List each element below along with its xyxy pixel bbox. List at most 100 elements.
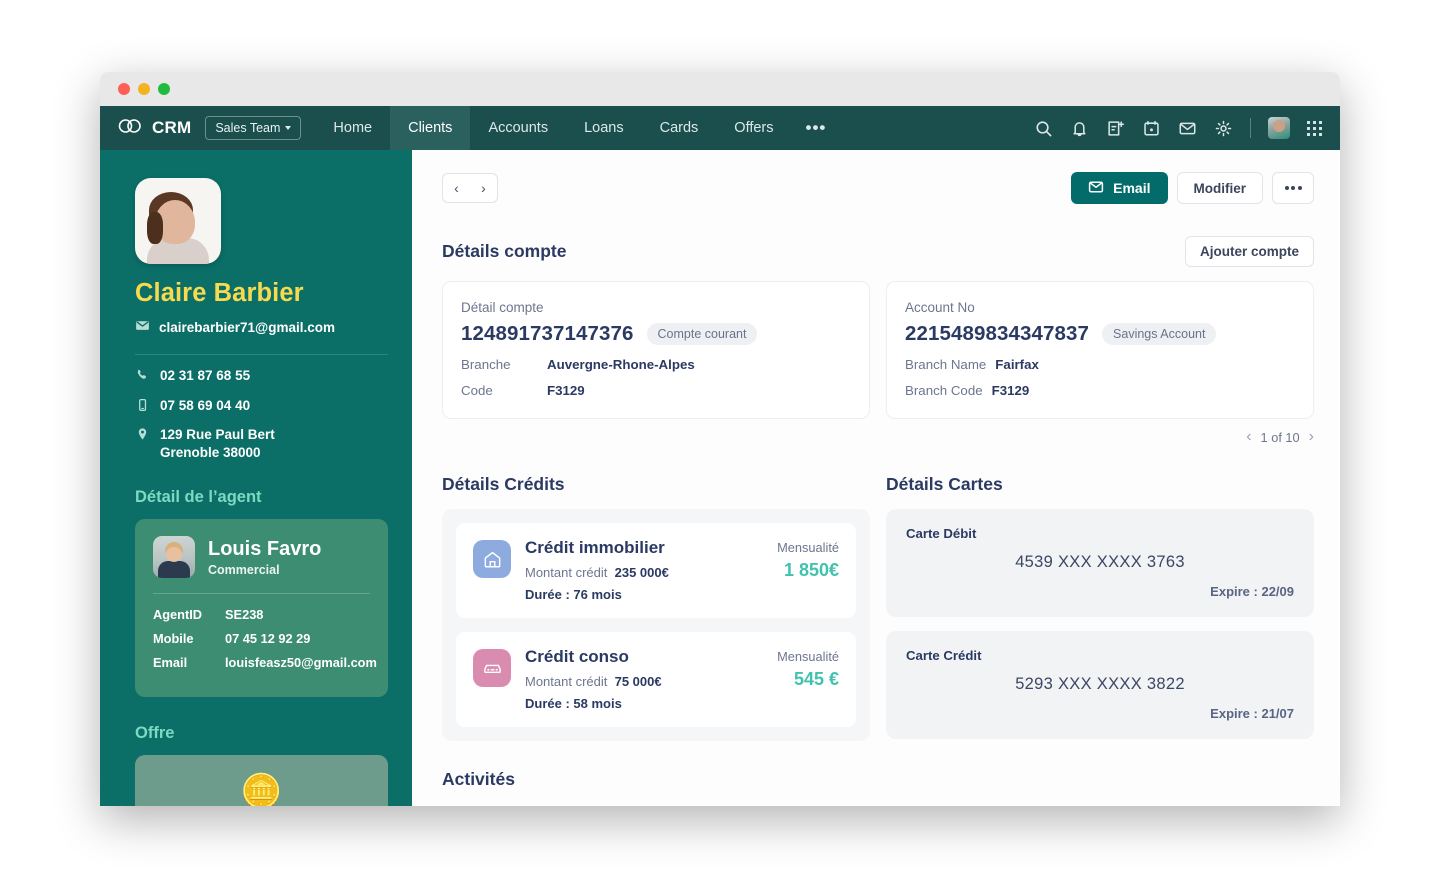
accounts-page-indicator: 1 of 10 — [1260, 429, 1300, 445]
client-address-line1: 129 Rue Paul Bert — [160, 427, 275, 443]
agent-field-id: AgentID SE238 — [153, 607, 370, 622]
next-record-button[interactable]: › — [470, 174, 497, 202]
agent-field-mobile-key: Mobile — [153, 631, 194, 647]
bank-card-label: Carte Débit — [906, 526, 977, 541]
account-number-row: 124891737147376 Compte courant — [461, 322, 851, 346]
lower-sections-grid: Détails Crédits Crédit immobilier Montan… — [442, 474, 1314, 741]
agent-avatar — [153, 536, 195, 579]
account-card[interactable]: Account No 2215489834347837 Savings Acco… — [886, 281, 1314, 419]
app-grid-icon[interactable] — [1307, 120, 1322, 136]
account-branch-value: Auvergne-Rhone-Alpes — [547, 357, 695, 372]
nav-item-loans[interactable]: Loans — [566, 106, 642, 150]
nav-links: Home Clients Accounts Loans Cards Offers… — [315, 106, 840, 150]
credit-item[interactable]: Crédit immobilier Montant crédit 235 000… — [456, 523, 856, 618]
accounts-section-title: Détails compte — [442, 241, 567, 261]
client-address: 129 Rue Paul Bert Grenoble 38000 — [160, 426, 275, 461]
credit-amount-row: Montant crédit 75 000€ — [525, 674, 763, 689]
agent-header: Louis Favro Commercial — [153, 536, 370, 579]
record-actions: Email Modifier — [1071, 172, 1314, 204]
bank-card-number: 5293 XXX XXXX 3822 — [1015, 675, 1185, 693]
account-code-value: F3129 — [547, 383, 585, 398]
sidebar-divider — [135, 354, 388, 355]
account-code-row: Branch Code F3129 — [905, 383, 1295, 398]
team-switcher[interactable]: Sales Team — [205, 116, 302, 140]
search-icon[interactable] — [1034, 119, 1053, 138]
bank-card-item[interactable]: Carte Débit 4539 XXX XXXX 3763 Expire : … — [886, 509, 1314, 617]
credit-amount-row: Montant crédit 235 000€ — [525, 565, 763, 580]
client-mobile-row[interactable]: 07 58 69 04 40 — [135, 397, 388, 415]
accounts-pagination: ‹ 1 of 10 › — [442, 428, 1314, 446]
offer-card[interactable]: 🪙 Offre de prêt — [135, 755, 388, 806]
main-content: ‹ › Email Modifier Détails compte Ajoute… — [412, 150, 1340, 806]
modify-button[interactable]: Modifier — [1176, 172, 1263, 204]
credits-section-title: Détails Crédits — [442, 474, 565, 494]
nav-item-clients[interactable]: Clients — [390, 106, 471, 150]
account-number-row: 2215489834347837 Savings Account — [905, 322, 1295, 346]
agent-card-divider — [153, 593, 370, 595]
credit-monthly-value: 1 850€ — [783, 560, 839, 580]
nav-overflow-button[interactable]: ••• — [792, 106, 841, 150]
brand-label: CRM — [152, 118, 192, 137]
accounts-section-header: Détails compte Ajouter compte — [442, 236, 1314, 267]
chevron-down-icon — [285, 126, 292, 130]
account-code-row: Code F3129 — [461, 383, 851, 398]
client-sidebar: Claire Barbier clairebarbier71@gmail.com… — [100, 150, 412, 806]
previous-record-button[interactable]: ‹ — [443, 174, 470, 202]
bank-card-expiry: Expire : 21/07 — [1210, 706, 1294, 721]
client-phone-row[interactable]: 02 31 87 68 55 — [135, 367, 388, 385]
accounts-next-button[interactable]: › — [1309, 428, 1314, 446]
calendar-icon[interactable] — [1142, 119, 1161, 138]
window-minimize-button[interactable] — [138, 83, 150, 95]
phone-icon — [135, 367, 149, 382]
top-navigation-bar: CRM Sales Team Home Clients Accounts Loa… — [100, 106, 1340, 150]
accounts-prev-button[interactable]: ‹ — [1246, 428, 1251, 446]
bank-card-item[interactable]: Carte Crédit 5293 XXX XXXX 3822 Expire :… — [886, 631, 1314, 739]
nav-divider — [1250, 118, 1251, 138]
account-branch-row: Branch Name Fairfax — [905, 357, 1295, 372]
account-code-key: Code — [461, 383, 493, 398]
user-avatar[interactable] — [1268, 117, 1290, 139]
nav-item-cards[interactable]: Cards — [642, 106, 717, 150]
record-pager: ‹ › — [442, 173, 498, 203]
credit-item[interactable]: Crédit conso Montant crédit 75 000€ Duré… — [456, 632, 856, 727]
window-maximize-button[interactable] — [158, 83, 170, 95]
account-card[interactable]: Détail compte 124891737147376 Compte cou… — [442, 281, 870, 419]
bank-card-label: Carte Crédit — [906, 648, 982, 663]
add-account-button[interactable]: Ajouter compte — [1184, 236, 1314, 267]
credit-amount-key: Montant crédit — [525, 565, 608, 580]
credit-duration: Durée : 76 mois — [525, 587, 763, 602]
client-name: Claire Barbier — [135, 279, 304, 307]
note-add-icon[interactable] — [1106, 119, 1125, 138]
nav-toolbar-right — [1034, 106, 1340, 150]
window-close-button[interactable] — [118, 83, 130, 95]
mail-icon[interactable] — [1178, 119, 1197, 138]
window-titlebar — [100, 72, 1340, 106]
account-type-badge: Compte courant — [646, 323, 758, 345]
bank-card-number: 4539 XXX XXXX 3763 — [1015, 553, 1185, 571]
gear-icon[interactable] — [1214, 119, 1233, 138]
bell-icon[interactable] — [1070, 119, 1089, 138]
nav-item-offers[interactable]: Offers — [716, 106, 791, 150]
agent-identity: Louis Favro Commercial — [208, 538, 321, 577]
agent-card[interactable]: Louis Favro Commercial AgentID SE238 Mob… — [135, 519, 388, 698]
more-actions-button[interactable] — [1272, 172, 1314, 204]
email-button[interactable]: Email — [1071, 172, 1168, 204]
home-icon — [473, 540, 511, 578]
location-pin-icon — [135, 426, 149, 441]
agent-field-email: Email louisfeasz50@gmail.com — [153, 655, 377, 671]
team-switcher-label: Sales Team — [215, 121, 281, 135]
agent-field-mobile: Mobile 07 45 12 92 29 — [153, 631, 370, 646]
nav-item-accounts[interactable]: Accounts — [470, 106, 566, 150]
app-brand[interactable]: CRM — [100, 106, 205, 150]
client-email-row[interactable]: clairebarbier71@gmail.com — [135, 318, 388, 336]
agent-field-id-key: AgentID — [153, 607, 203, 623]
email-button-label: Email — [1113, 180, 1151, 196]
client-address-row[interactable]: 129 Rue Paul Bert Grenoble 38000 — [135, 426, 388, 461]
client-mobile: 07 58 69 04 40 — [160, 397, 251, 413]
credit-name: Crédit immobilier — [525, 538, 665, 557]
agent-field-email-key: Email — [153, 655, 188, 671]
credit-monthly-label: Mensualité — [777, 540, 839, 555]
car-icon — [473, 649, 511, 687]
account-card-label: Détail compte — [461, 300, 544, 315]
nav-item-home[interactable]: Home — [315, 106, 390, 150]
